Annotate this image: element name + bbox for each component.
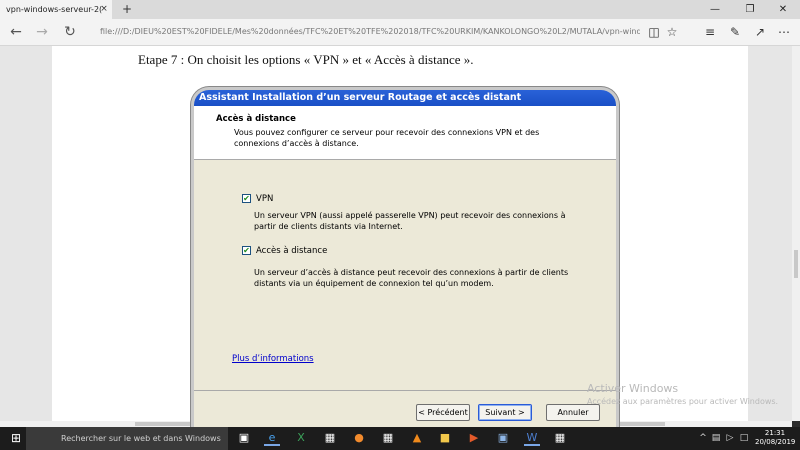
new-tab-button[interactable]: + [120,0,134,19]
notification-icon[interactable]: □ [738,427,750,450]
browser-toolbar: ← → ↻ file:///D:/DIEU%20EST%20FIDELE/Mes… [0,19,800,46]
vpn-label: VPN [256,194,274,204]
step-text: Etape 7 : On choisit les options « VPN »… [138,52,474,67]
dialog-title: Assistant Installation d’un serveur Rout… [194,90,616,106]
windows-start-icon[interactable]: ⊞ [6,427,26,450]
vertical-scroll-thumb[interactable] [794,250,798,278]
tab-close-icon[interactable]: × [98,0,110,19]
clock-date: 20/08/2019 [755,438,796,446]
firefox-icon[interactable]: ● [351,430,367,446]
tab-title: vpn-windows-serveur-2( [6,5,103,14]
minimize-window-icon[interactable]: — [700,0,730,19]
back-arrow-icon[interactable]: ← [4,19,28,45]
hub-icon[interactable]: ≡ [700,19,720,45]
media-icon[interactable]: ▶ [466,430,482,446]
search-placeholder: Rechercher sur le web et dans Windows [61,434,221,443]
volume-icon[interactable]: ▷ [724,427,736,450]
photos-icon[interactable]: ▦ [380,430,396,446]
dialog-header: Accès à distance Vous pouvez configurer … [194,106,616,160]
remote-access-checkbox[interactable]: ✔ [242,246,251,255]
taskbar: ⊞ Rechercher sur le web et dans Windows … [0,427,800,450]
task-view-icon[interactable]: ▣ [236,430,252,446]
taskbar-search-box[interactable]: Rechercher sur le web et dans Windows [26,427,228,450]
forward-arrow-icon[interactable]: → [30,19,54,45]
next-button[interactable]: Suivant > [478,404,532,421]
clock-time: 21:31 [764,429,786,437]
app-icon[interactable]: ▦ [552,430,568,446]
back-button[interactable]: < Précédent [416,404,470,421]
vpn-description: Un serveur VPN (aussi appelé passerelle … [254,211,566,231]
address-bar[interactable]: file:///D:/DIEU%20EST%20FIDELE/Mes%20don… [100,24,640,40]
header-description: Vous pouvez configurer ce serveur pour r… [234,128,540,148]
more-icon[interactable]: ⋯ [774,19,794,45]
word-icon[interactable]: W [524,430,540,446]
edge-icon[interactable]: e [264,430,280,446]
store-icon[interactable]: ▦ [322,430,338,446]
cancel-button[interactable]: Annuler [546,404,600,421]
dialog-separator [194,390,616,391]
tray-chevron-icon[interactable]: ^ [698,427,708,450]
vertical-scrollbar[interactable] [792,46,800,421]
excel-icon[interactable]: X [293,430,309,446]
notes-icon[interactable]: ✎ [725,19,745,45]
favorite-star-icon[interactable]: ☆ [662,19,682,45]
more-info-link[interactable]: Plus d’informations [232,354,314,364]
browser-tab-strip: vpn-windows-serveur-2( × + — ❐ ✕ [0,0,800,19]
close-window-icon[interactable]: ✕ [768,0,798,19]
explorer-icon[interactable]: ■ [437,430,453,446]
taskbar-clock[interactable]: 21:31 20/08/2019 [755,429,795,447]
remote-access-label: Accès à distance [256,246,328,256]
share-icon[interactable]: ↗ [750,19,770,45]
vpn-checkbox[interactable]: ✔ [242,194,251,203]
refresh-icon[interactable]: ↻ [58,19,82,45]
activation-watermark-title: Activer Windows [587,382,679,395]
reading-view-icon[interactable]: ◫ [644,19,664,45]
network-icon[interactable]: ▤ [710,427,722,450]
restore-window-icon[interactable]: ❐ [735,0,765,19]
header-title: Accès à distance [216,114,296,124]
wizard-dialog: Assistant Installation d’un serveur Rout… [191,87,619,433]
remote-access-description: Un serveur d’accès à distance peut recev… [254,268,569,288]
vlc-icon[interactable]: ▲ [409,430,425,446]
browser-tab[interactable]: vpn-windows-serveur-2( [0,0,112,19]
activation-watermark-text: Accédez aux paramètres pour activer Wind… [587,397,779,406]
virtualbox-icon[interactable]: ▣ [495,430,511,446]
